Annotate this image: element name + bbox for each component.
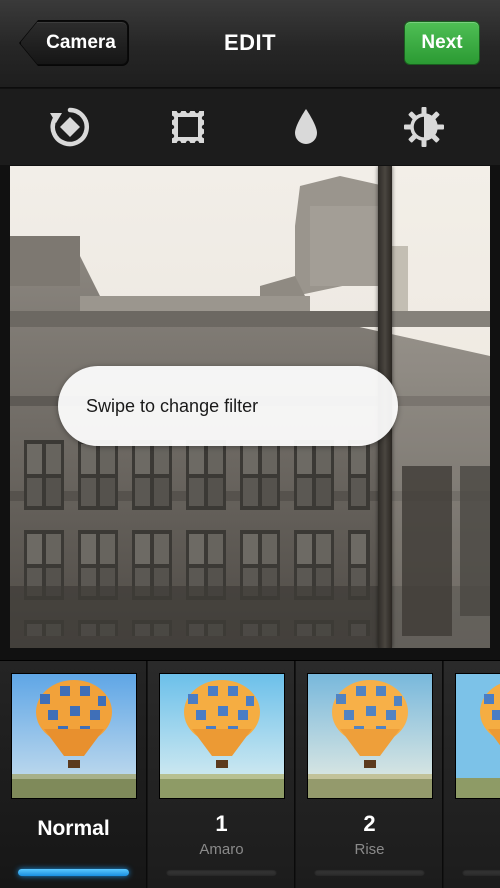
edit-toolbar [0,89,500,165]
filter-next-partial[interactable] [444,661,500,888]
filter-thumbnail [455,673,500,799]
filter-rise[interactable]: 2 Rise [296,661,443,888]
tilt-shift-drop-icon [295,109,317,144]
filter-thumbnail [11,673,137,799]
filter-amaro[interactable]: 1 Amaro [148,661,295,888]
hot-air-balloon-thumbnail [12,674,136,798]
next-button[interactable]: Next [404,21,480,65]
frame-button[interactable] [164,103,212,151]
lux-brightness-icon [404,107,444,147]
filter-selected-indicator [18,869,129,876]
swipe-hint-bubble: Swipe to change filter [58,366,398,446]
filter-label: Rise [354,841,385,858]
filter-label: Amaro [199,841,244,858]
tilt-shift-button[interactable] [282,103,330,151]
filter-indicator [166,869,277,876]
filter-normal[interactable]: Normal [0,661,147,888]
filter-strip: Normal 1 Amaro 2 Rise [0,660,500,888]
filter-label: Normal [37,817,110,840]
nav-bar: Camera EDIT Next [0,0,500,88]
filter-number: 1 [215,811,228,836]
filter-thumbnail [159,673,285,799]
rotate-icon [50,107,89,147]
filter-indicator [314,869,425,876]
camera-back-button[interactable]: Camera [20,21,128,65]
filter-thumbnail [307,673,433,799]
photo-preview[interactable]: Swipe to change filter [10,166,490,648]
rotate-button[interactable] [46,103,94,151]
hot-air-balloon-thumbnail [456,674,500,798]
hot-air-balloon-thumbnail [308,674,432,798]
filter-indicator [462,869,500,876]
lux-button[interactable] [400,103,448,151]
filter-number: 2 [363,811,376,836]
hot-air-balloon-thumbnail [160,674,284,798]
frame-icon [169,108,207,146]
